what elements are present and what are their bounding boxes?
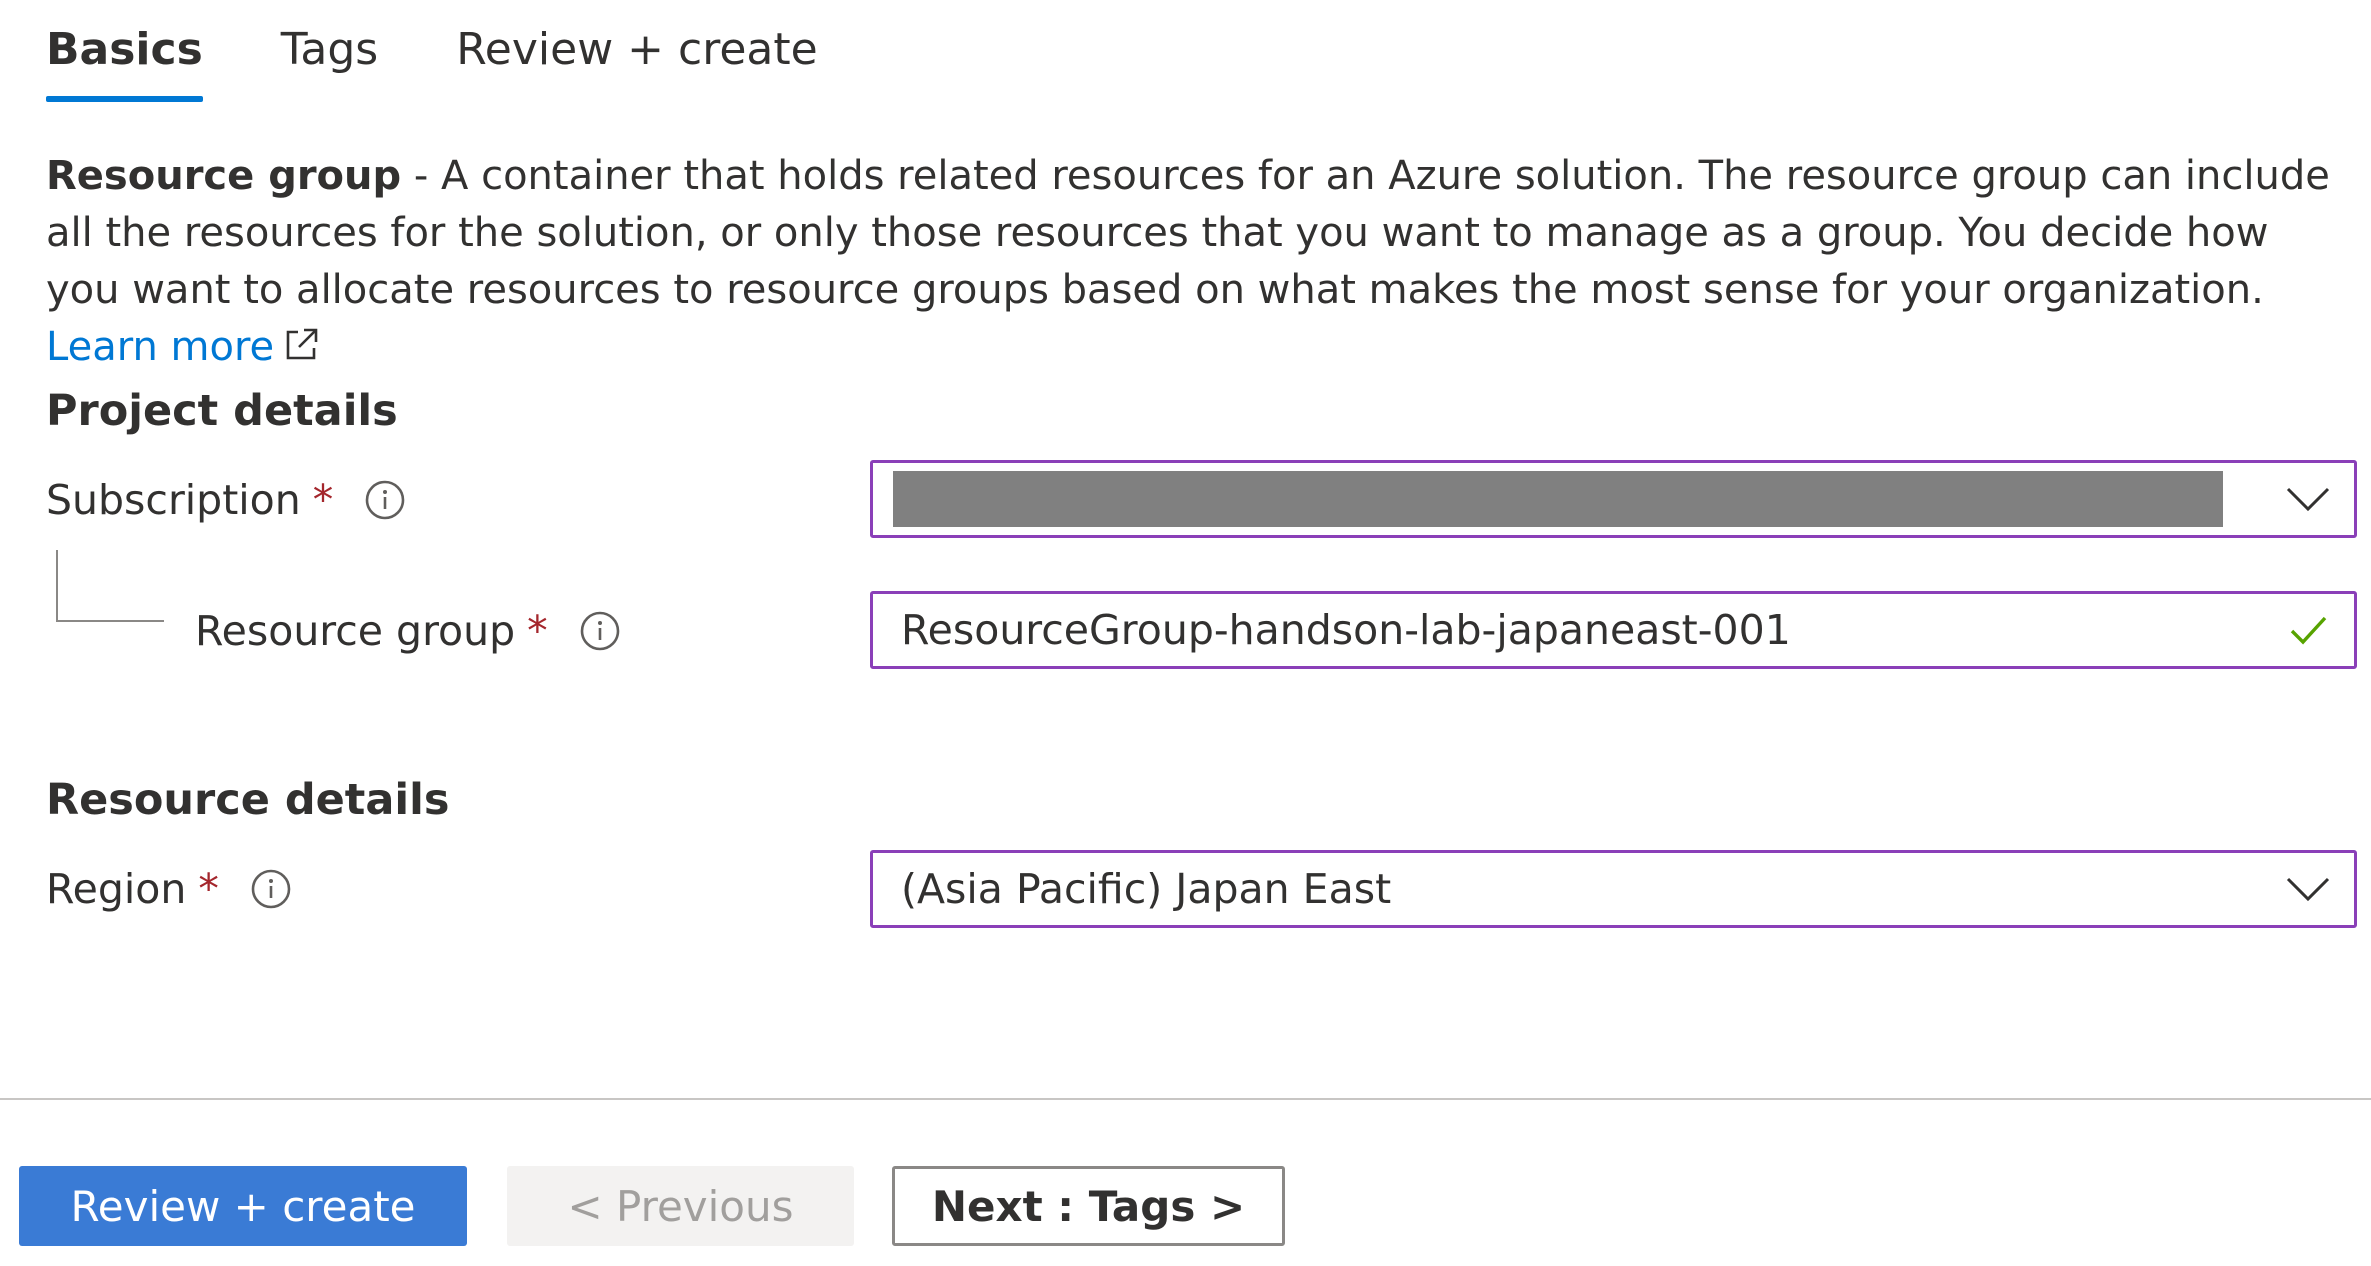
learn-more-label: Learn more [46, 324, 275, 370]
info-icon[interactable] [249, 867, 293, 911]
region-label: Region * [46, 859, 293, 919]
resource-group-value: ResourceGroup-handson-lab-japaneast-001 [901, 606, 1791, 654]
required-marker: * [198, 865, 219, 913]
required-marker: * [527, 607, 548, 655]
chevron-down-icon [2286, 487, 2330, 512]
previous-button[interactable]: < Previous [507, 1166, 854, 1246]
region-label-text: Region [46, 865, 187, 913]
resource-group-label: Resource group * [195, 601, 622, 661]
review-create-button[interactable]: Review + create [19, 1166, 467, 1246]
description-term: Resource group [46, 153, 402, 199]
resource-details-heading: Resource details [46, 775, 450, 825]
next-tags-button[interactable]: Next : Tags > [892, 1166, 1285, 1246]
resource-group-description: Resource group - A container that holds … [46, 148, 2346, 376]
project-details-heading: Project details [46, 386, 398, 436]
tab-basics[interactable]: Basics [46, 14, 203, 102]
wizard-tabs: Basics Tags Review + create [46, 14, 818, 102]
info-icon[interactable] [363, 478, 407, 522]
subscription-label: Subscription * [46, 470, 407, 530]
learn-more-link[interactable]: Learn more [46, 324, 322, 370]
subscription-value-redacted [893, 471, 2223, 527]
resource-group-label-text: Resource group [195, 607, 516, 655]
checkmark-icon [2290, 616, 2327, 645]
footer-divider [0, 1098, 2371, 1100]
required-marker: * [312, 476, 334, 524]
resource-group-input[interactable]: ResourceGroup-handson-lab-japaneast-001 [870, 591, 2357, 669]
info-icon[interactable] [578, 609, 622, 653]
tab-tags[interactable]: Tags [281, 14, 378, 86]
external-link-icon [286, 328, 318, 360]
region-dropdown[interactable]: (Asia Pacific) Japan East [870, 850, 2357, 928]
subscription-dropdown[interactable] [870, 460, 2357, 538]
chevron-down-icon [2286, 877, 2330, 902]
region-value: (Asia Pacific) Japan East [901, 865, 1392, 913]
subscription-label-text: Subscription [46, 476, 301, 524]
tree-connector [56, 550, 164, 622]
tab-review-create[interactable]: Review + create [456, 14, 818, 86]
